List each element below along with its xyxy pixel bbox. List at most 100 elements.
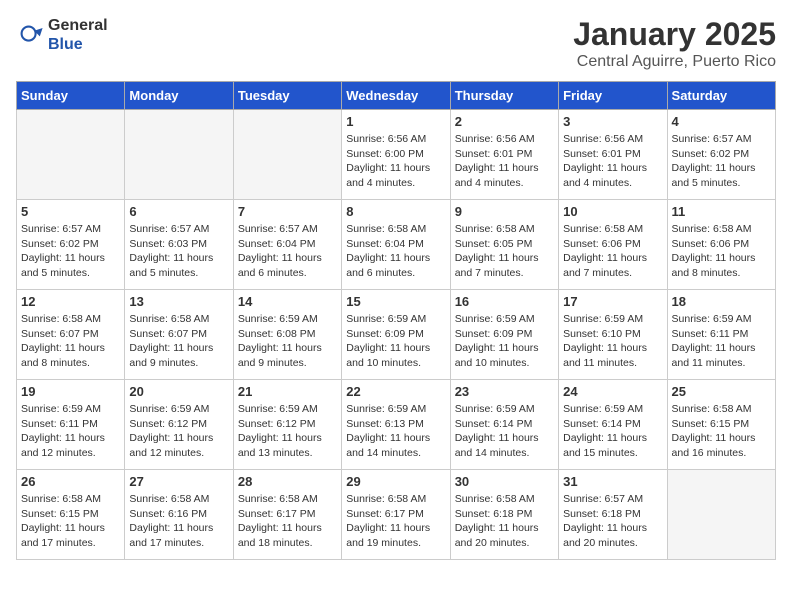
calendar-cell: 16 Sunrise: 6:59 AMSunset: 6:09 PMDayligh…	[450, 290, 558, 380]
calendar-cell: 12 Sunrise: 6:58 AMSunset: 6:07 PMDayligh…	[17, 290, 125, 380]
day-number: 29	[346, 474, 445, 489]
calendar-cell: 25 Sunrise: 6:58 AMSunset: 6:15 PMDayligh…	[667, 380, 775, 470]
day-number: 4	[672, 114, 771, 129]
day-info: Sunrise: 6:59 AMSunset: 6:09 PMDaylight:…	[346, 312, 445, 371]
day-info: Sunrise: 6:58 AMSunset: 6:15 PMDaylight:…	[672, 402, 771, 461]
day-info: Sunrise: 6:58 AMSunset: 6:06 PMDaylight:…	[672, 222, 771, 281]
logo: General Blue	[16, 16, 108, 54]
day-number: 8	[346, 204, 445, 219]
day-info: Sunrise: 6:56 AMSunset: 6:00 PMDaylight:…	[346, 132, 445, 191]
calendar-cell: 29Sunrise: 6:58 AMSunset: 6:17 PMDayligh…	[342, 470, 450, 560]
logo-blue-text: Blue	[48, 35, 108, 54]
day-number: 10	[563, 204, 662, 219]
calendar-cell: 21Sunrise: 6:59 AMSunset: 6:12 PMDayligh…	[233, 380, 341, 470]
day-number: 20	[129, 384, 228, 399]
day-info: Sunrise: 6:58 AMSunset: 6:07 PMDaylight:…	[21, 312, 120, 371]
calendar-week-row: 26 Sunrise: 6:58 AMSunset: 6:15 PMDayligh…	[17, 470, 776, 560]
day-number: 12	[21, 294, 120, 309]
calendar-cell: 8Sunrise: 6:58 AMSunset: 6:04 PMDaylight…	[342, 200, 450, 290]
day-number: 17	[563, 294, 662, 309]
calendar-cell: 5 Sunrise: 6:57 AMSunset: 6:02 PMDaylight…	[17, 200, 125, 290]
day-info: Sunrise: 6:58 AMSunset: 6:05 PMDaylight:…	[455, 222, 554, 281]
day-number: 6	[129, 204, 228, 219]
day-info: Sunrise: 6:59 AMSunset: 6:11 PMDaylight:…	[672, 312, 771, 371]
day-info: Sunrise: 6:56 AMSunset: 6:01 PMDaylight:…	[563, 132, 662, 191]
day-number: 25	[672, 384, 771, 399]
logo-general-text: General	[48, 16, 108, 35]
day-info: Sunrise: 6:58 AMSunset: 6:17 PMDaylight:…	[238, 492, 337, 551]
calendar-week-row: 19 Sunrise: 6:59 AMSunset: 6:11 PMDayligh…	[17, 380, 776, 470]
calendar-cell: 7Sunrise: 6:57 AMSunset: 6:04 PMDaylight…	[233, 200, 341, 290]
day-info: Sunrise: 6:58 AMSunset: 6:16 PMDaylight:…	[129, 492, 228, 551]
day-number: 18	[672, 294, 771, 309]
day-info: Sunrise: 6:59 AMSunset: 6:14 PMDaylight:…	[563, 402, 662, 461]
day-info: Sunrise: 6:59 AMSunset: 6:11 PMDaylight:…	[21, 402, 120, 461]
day-number: 11	[672, 204, 771, 219]
day-info: Sunrise: 6:59 AMSunset: 6:13 PMDaylight:…	[346, 402, 445, 461]
calendar-week-row: 1 Sunrise: 6:56 AMSunset: 6:00 PMDaylight…	[17, 110, 776, 200]
day-number: 14	[238, 294, 337, 309]
day-info: Sunrise: 6:57 AMSunset: 6:02 PMDaylight:…	[21, 222, 120, 281]
calendar-cell: 19 Sunrise: 6:59 AMSunset: 6:11 PMDayligh…	[17, 380, 125, 470]
day-info: Sunrise: 6:59 AMSunset: 6:10 PMDaylight:…	[563, 312, 662, 371]
day-number: 27	[129, 474, 228, 489]
title-area: January 2025 Central Aguirre, Puerto Ric…	[573, 16, 776, 71]
day-number: 23	[455, 384, 554, 399]
calendar-table: SundayMondayTuesdayWednesdayThursdayFrid…	[16, 81, 776, 560]
day-number: 19	[21, 384, 120, 399]
calendar-cell	[667, 470, 775, 560]
calendar-cell: 23 Sunrise: 6:59 AMSunset: 6:14 PMDayligh…	[450, 380, 558, 470]
calendar-cell: 27 Sunrise: 6:58 AMSunset: 6:16 PMDayligh…	[125, 470, 233, 560]
calendar-header-tuesday: Tuesday	[233, 82, 341, 110]
day-number: 22	[346, 384, 445, 399]
day-number: 9	[455, 204, 554, 219]
calendar-cell: 28 Sunrise: 6:58 AMSunset: 6:17 PMDayligh…	[233, 470, 341, 560]
day-info: Sunrise: 6:59 AMSunset: 6:14 PMDaylight:…	[455, 402, 554, 461]
calendar-cell: 14 Sunrise: 6:59 AMSunset: 6:08 PMDayligh…	[233, 290, 341, 380]
day-number: 16	[455, 294, 554, 309]
calendar-header-wednesday: Wednesday	[342, 82, 450, 110]
day-number: 26	[21, 474, 120, 489]
day-number: 31	[563, 474, 662, 489]
calendar-header-saturday: Saturday	[667, 82, 775, 110]
day-info: Sunrise: 6:58 AMSunset: 6:06 PMDaylight:…	[563, 222, 662, 281]
day-number: 3	[563, 114, 662, 129]
day-number: 7	[238, 204, 337, 219]
day-info: Sunrise: 6:57 AMSunset: 6:02 PMDaylight:…	[672, 132, 771, 191]
day-number: 13	[129, 294, 228, 309]
day-info: Sunrise: 6:58 AMSunset: 6:18 PMDaylight:…	[455, 492, 554, 551]
calendar-cell: 13 Sunrise: 6:58 AMSunset: 6:07 PMDayligh…	[125, 290, 233, 380]
day-info: Sunrise: 6:59 AMSunset: 6:12 PMDaylight:…	[238, 402, 337, 461]
day-number: 15	[346, 294, 445, 309]
calendar-cell: 31 Sunrise: 6:57 AMSunset: 6:18 PMDayligh…	[559, 470, 667, 560]
day-info: Sunrise: 6:59 AMSunset: 6:09 PMDaylight:…	[455, 312, 554, 371]
calendar-cell: 1 Sunrise: 6:56 AMSunset: 6:00 PMDaylight…	[342, 110, 450, 200]
day-info: Sunrise: 6:59 AMSunset: 6:08 PMDaylight:…	[238, 312, 337, 371]
day-info: Sunrise: 6:57 AMSunset: 6:18 PMDaylight:…	[563, 492, 662, 551]
calendar-header-thursday: Thursday	[450, 82, 558, 110]
day-info: Sunrise: 6:58 AMSunset: 6:07 PMDaylight:…	[129, 312, 228, 371]
day-info: Sunrise: 6:57 AMSunset: 6:03 PMDaylight:…	[129, 222, 228, 281]
calendar-cell: 6 Sunrise: 6:57 AMSunset: 6:03 PMDaylight…	[125, 200, 233, 290]
day-number: 1	[346, 114, 445, 129]
day-number: 30	[455, 474, 554, 489]
logo-icon	[16, 21, 44, 49]
calendar-week-row: 12 Sunrise: 6:58 AMSunset: 6:07 PMDayligh…	[17, 290, 776, 380]
calendar-cell: 30 Sunrise: 6:58 AMSunset: 6:18 PMDayligh…	[450, 470, 558, 560]
day-info: Sunrise: 6:58 AMSunset: 6:15 PMDaylight:…	[21, 492, 120, 551]
calendar-cell: 9 Sunrise: 6:58 AMSunset: 6:05 PMDaylight…	[450, 200, 558, 290]
calendar-cell: 18 Sunrise: 6:59 AMSunset: 6:11 PMDayligh…	[667, 290, 775, 380]
calendar-cell: 17 Sunrise: 6:59 AMSunset: 6:10 PMDayligh…	[559, 290, 667, 380]
calendar-cell: 4 Sunrise: 6:57 AMSunset: 6:02 PMDaylight…	[667, 110, 775, 200]
calendar-cell: 3 Sunrise: 6:56 AMSunset: 6:01 PMDaylight…	[559, 110, 667, 200]
calendar-cell: 24Sunrise: 6:59 AMSunset: 6:14 PMDayligh…	[559, 380, 667, 470]
page-header: General Blue January 2025 Central Aguirr…	[16, 16, 776, 71]
calendar-header-friday: Friday	[559, 82, 667, 110]
calendar-cell: 26 Sunrise: 6:58 AMSunset: 6:15 PMDayligh…	[17, 470, 125, 560]
day-info: Sunrise: 6:59 AMSunset: 6:12 PMDaylight:…	[129, 402, 228, 461]
day-number: 28	[238, 474, 337, 489]
calendar-cell	[17, 110, 125, 200]
calendar-cell: 20 Sunrise: 6:59 AMSunset: 6:12 PMDayligh…	[125, 380, 233, 470]
day-number: 2	[455, 114, 554, 129]
day-number: 5	[21, 204, 120, 219]
